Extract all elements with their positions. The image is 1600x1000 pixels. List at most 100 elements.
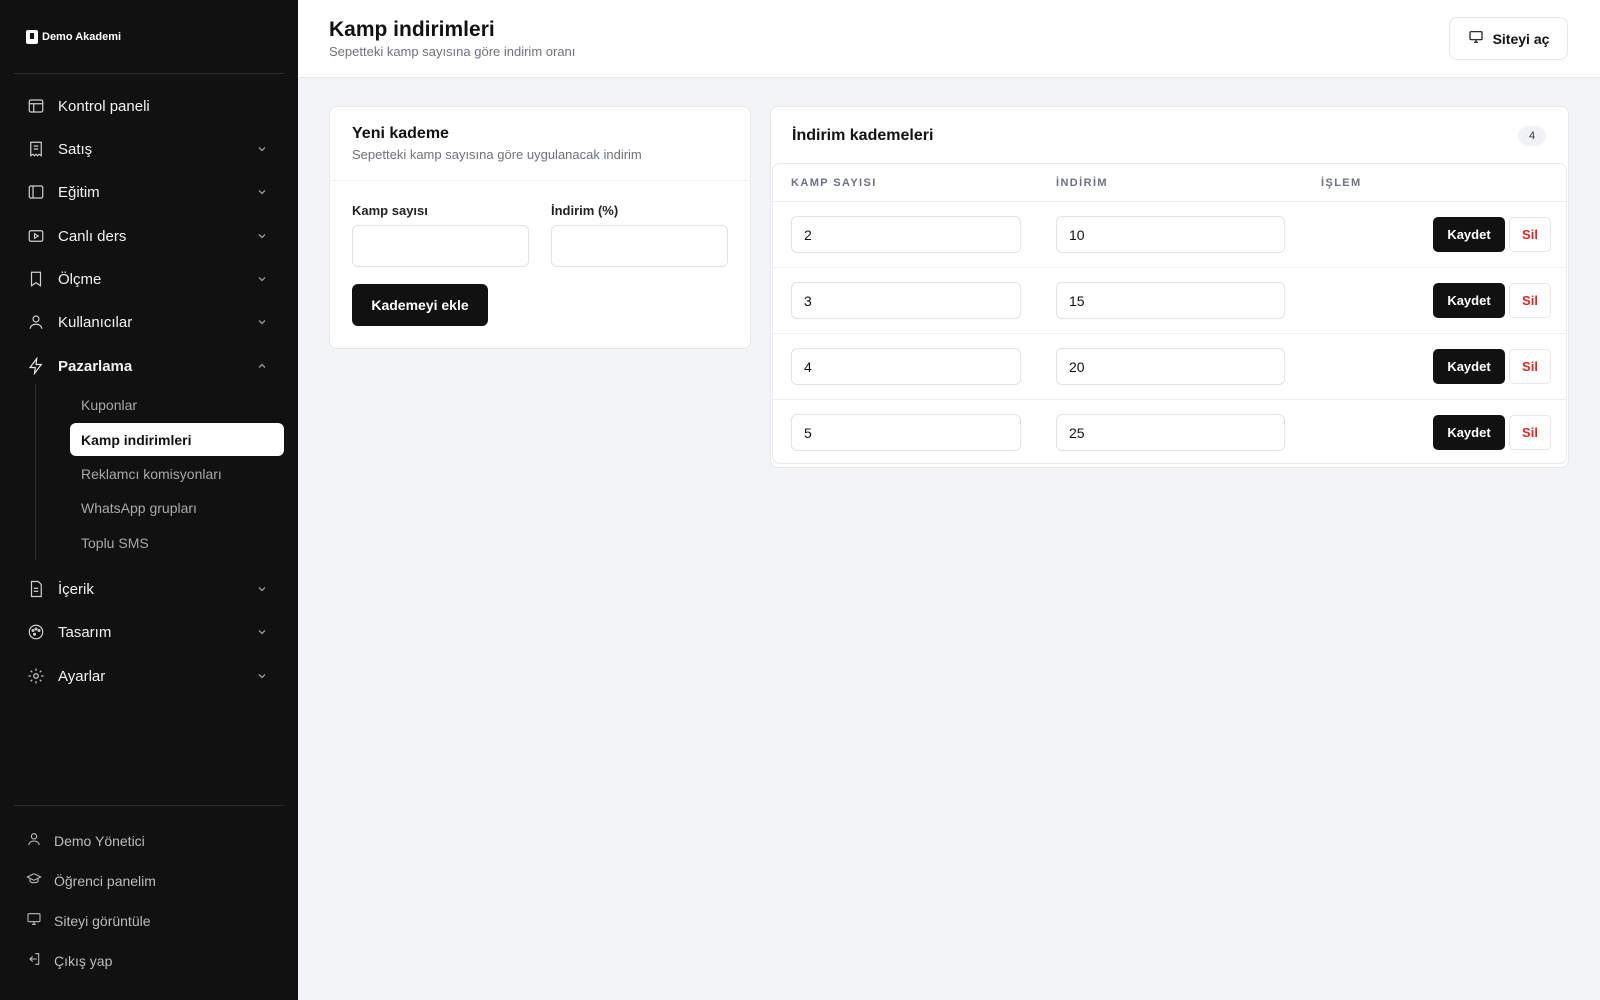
save-button[interactable]: Kaydet bbox=[1433, 217, 1505, 252]
sidebar-footer-student-panel[interactable]: Öğrenci panelim bbox=[14, 865, 284, 897]
table-row: Kaydet Sil bbox=[773, 400, 1566, 463]
discount-tiers-card: İndirim kademeleri 4 KAMP SAYISI İNDİRİM… bbox=[770, 106, 1569, 468]
discount-cell-input[interactable] bbox=[1056, 348, 1285, 385]
delete-button[interactable]: Sil bbox=[1509, 217, 1551, 252]
chevron-down-icon bbox=[256, 143, 268, 155]
page-title: Kamp indirimleri bbox=[329, 18, 495, 41]
sidebar-footer-profile[interactable]: Demo Yönetici bbox=[14, 825, 284, 857]
sidebar-item-label: Satış bbox=[58, 140, 93, 158]
camp-count-label: Kamp sayısı bbox=[352, 203, 428, 218]
sidebar-item-label: Kontrol paneli bbox=[58, 97, 150, 115]
save-button[interactable]: Kaydet bbox=[1433, 349, 1505, 384]
table-row: Kaydet Sil bbox=[773, 334, 1566, 400]
sidebar-divider bbox=[14, 805, 284, 806]
zap-icon bbox=[26, 356, 46, 376]
discount-cell-input[interactable] bbox=[1056, 216, 1285, 253]
sidebar-item-kontrol-paneli[interactable]: Kontrol paneli bbox=[14, 88, 284, 124]
sidebar-subitem-kuponlar[interactable]: Kuponlar bbox=[70, 388, 284, 421]
camp-count-cell-input[interactable] bbox=[791, 414, 1021, 451]
sidebar-item-ayarlar[interactable]: Ayarlar bbox=[14, 658, 284, 694]
sidebar-item-label: Kullanıcılar bbox=[58, 313, 133, 331]
sidebar-footer-logout[interactable]: Çıkış yap bbox=[14, 945, 284, 977]
new-tier-title: Yeni kademe bbox=[352, 125, 449, 142]
sidebar-item-olcme[interactable]: Ölçme bbox=[14, 261, 284, 297]
video-icon bbox=[26, 226, 46, 246]
sidebar-footer-label: Öğrenci panelim bbox=[54, 873, 156, 889]
column-header-camp-count: KAMP SAYISI bbox=[791, 177, 877, 189]
column-header-action: İŞLEM bbox=[1321, 177, 1362, 189]
add-tier-button[interactable]: Kademeyi ekle bbox=[352, 284, 488, 326]
gear-icon bbox=[26, 666, 46, 686]
discount-input[interactable] bbox=[551, 225, 728, 267]
sidebar-footer-label: Siteyi görüntüle bbox=[54, 913, 151, 929]
chevron-down-icon bbox=[256, 273, 268, 285]
save-button[interactable]: Kaydet bbox=[1433, 283, 1505, 318]
monitor-icon bbox=[1468, 29, 1484, 48]
open-site-button[interactable]: Siteyi aç bbox=[1449, 17, 1568, 60]
save-button[interactable]: Kaydet bbox=[1433, 415, 1505, 450]
monitor-icon bbox=[26, 911, 42, 932]
chevron-down-icon bbox=[256, 626, 268, 638]
sidebar-item-label: Eğitim bbox=[58, 183, 100, 201]
sidebar-item-label: Ölçme bbox=[58, 270, 102, 288]
tiers-table: KAMP SAYISI İNDİRİM İŞLEM Kaydet Sil Kay… bbox=[772, 163, 1567, 464]
chevron-down-icon bbox=[256, 316, 268, 328]
discount-cell-input[interactable] bbox=[1056, 282, 1285, 319]
delete-button[interactable]: Sil bbox=[1509, 283, 1551, 318]
camp-count-cell-input[interactable] bbox=[791, 282, 1021, 319]
sidebar-subitem-toplu-sms[interactable]: Toplu SMS bbox=[70, 526, 284, 559]
chevron-down-icon bbox=[256, 230, 268, 242]
page-header: Kamp indirimleri Sepetteki kamp sayısına… bbox=[298, 0, 1600, 78]
palette-icon bbox=[26, 622, 46, 642]
tier-count-badge: 4 bbox=[1518, 126, 1546, 146]
column-header-discount: İNDİRİM bbox=[1056, 177, 1108, 189]
delete-button[interactable]: Sil bbox=[1509, 415, 1551, 450]
sidebar-item-pazarlama[interactable]: Pazarlama bbox=[14, 348, 284, 384]
sidebar-item-label: Pazarlama bbox=[58, 357, 133, 375]
sidebar-footer-label: Çıkış yap bbox=[54, 953, 113, 969]
file-icon bbox=[26, 579, 46, 599]
chevron-down-icon bbox=[256, 186, 268, 198]
sidebar-item-kullanicilar[interactable]: Kullanıcılar bbox=[14, 304, 284, 340]
chevron-down-icon bbox=[256, 670, 268, 682]
sidebar-item-canli-ders[interactable]: Canlı ders bbox=[14, 218, 284, 254]
table-row: Kaydet Sil bbox=[773, 268, 1566, 334]
brand[interactable]: Demo Akademi bbox=[26, 30, 121, 44]
sidebar-subitem-reklamci-komisyonlari[interactable]: Reklamcı komisyonları bbox=[70, 457, 284, 490]
delete-button[interactable]: Sil bbox=[1509, 349, 1551, 384]
sidebar-divider bbox=[14, 73, 284, 74]
table-header: KAMP SAYISI İNDİRİM İŞLEM bbox=[773, 164, 1566, 202]
book-icon bbox=[26, 182, 46, 202]
sidebar-item-label: Canlı ders bbox=[58, 227, 127, 245]
logout-icon bbox=[26, 951, 42, 972]
new-tier-subtitle: Sepetteki kamp sayısına göre uygulanacak… bbox=[352, 147, 642, 162]
chevron-down-icon bbox=[256, 583, 268, 595]
camp-count-cell-input[interactable] bbox=[791, 348, 1021, 385]
new-tier-card: Yeni kademe Sepetteki kamp sayısına göre… bbox=[329, 106, 751, 349]
user-icon bbox=[26, 312, 46, 332]
sidebar-item-icerik[interactable]: İçerik bbox=[14, 571, 284, 607]
sidebar-subitem-kamp-indirimleri[interactable]: Kamp indirimleri bbox=[70, 423, 284, 456]
sidebar-item-egitim[interactable]: Eğitim bbox=[14, 174, 284, 210]
layout-icon bbox=[26, 96, 46, 116]
user-icon bbox=[26, 831, 42, 852]
card-divider bbox=[330, 180, 750, 181]
sidebar-subitem-whatsapp-gruplari[interactable]: WhatsApp grupları bbox=[70, 491, 284, 524]
discount-label: İndirim (%) bbox=[551, 203, 619, 218]
bookmark-icon bbox=[26, 269, 46, 289]
discount-cell-input[interactable] bbox=[1056, 414, 1285, 451]
receipt-icon bbox=[26, 139, 46, 159]
discount-tiers-title: İndirim kademeleri bbox=[792, 127, 934, 144]
table-row: Kaydet Sil bbox=[773, 202, 1566, 268]
chevron-up-icon bbox=[256, 360, 268, 372]
page-subtitle: Sepetteki kamp sayısına göre indirim ora… bbox=[329, 44, 576, 59]
sidebar-item-label: Ayarlar bbox=[58, 667, 106, 685]
open-site-label: Siteyi aç bbox=[1492, 30, 1550, 47]
sidebar-item-label: Tasarım bbox=[58, 623, 112, 641]
sidebar-item-label: İçerik bbox=[58, 580, 94, 598]
sidebar-footer-view-site[interactable]: Siteyi görüntüle bbox=[14, 905, 284, 937]
camp-count-input[interactable] bbox=[352, 225, 529, 267]
sidebar-item-tasarim[interactable]: Tasarım bbox=[14, 614, 284, 650]
camp-count-cell-input[interactable] bbox=[791, 216, 1021, 253]
sidebar-item-satis[interactable]: Satış bbox=[14, 131, 284, 167]
